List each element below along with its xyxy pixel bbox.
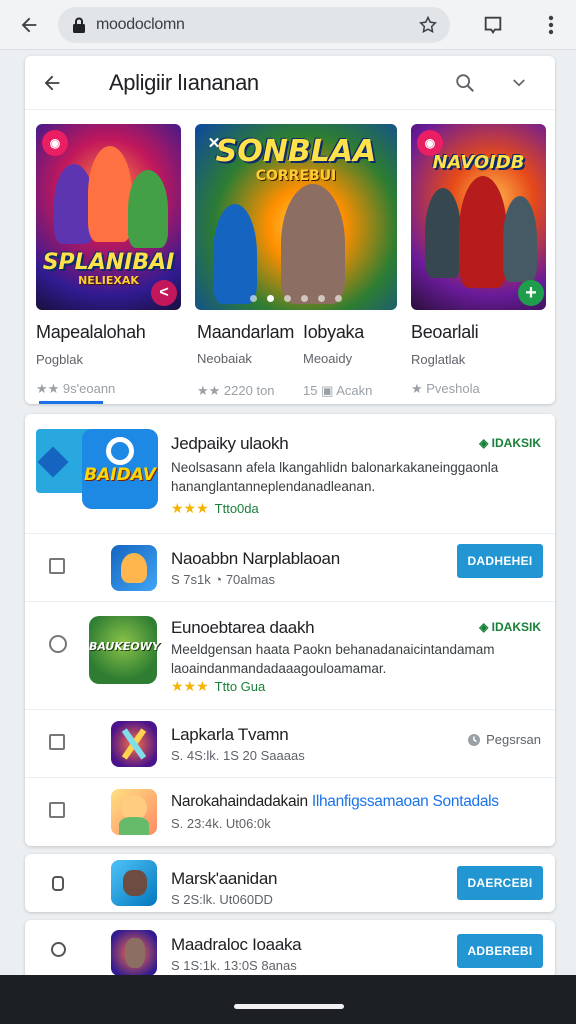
carousel-progress <box>39 401 103 404</box>
app-icon <box>111 721 157 767</box>
tile-developer: Pogblak <box>36 352 83 367</box>
list-item[interactable]: BAUKEOWY Eunoebtarea daakh Meeldgensan h… <box>25 602 555 710</box>
home-gesture-handle[interactable] <box>234 1004 344 1009</box>
back-arrow-icon[interactable] <box>41 72 63 94</box>
list-item[interactable]: Maadraloc Ioaaka S 1S:1k. 13:0S 8anas AD… <box>25 920 555 978</box>
app-meta: S. 4S:lk. 1S 20 Saaaas <box>171 748 305 763</box>
url-text: moodoclomn <box>96 15 185 33</box>
install-button[interactable]: DADHEHEI <box>457 544 543 578</box>
row-checkbox[interactable] <box>49 734 65 750</box>
row-radio[interactable] <box>51 942 66 957</box>
app-icon <box>111 930 157 976</box>
tile-name: Beoarlali <box>411 322 479 342</box>
app-icon <box>111 789 157 835</box>
app-banner: BAIDAV <box>36 429 158 509</box>
browser-menu-button[interactable] <box>548 15 554 35</box>
tile-name: Mapealalohah <box>36 322 146 342</box>
list-item[interactable]: Marsk'aanidan S 2S:lk. Ut060DD DAERCEBI <box>25 854 555 912</box>
row-checkbox[interactable] <box>49 802 65 818</box>
arrow-left-icon <box>21 17 37 32</box>
tile-rating-secondary: 15 ▣ Acakn <box>303 383 373 398</box>
tile-badge-icon: ◉ <box>42 130 68 156</box>
tabs-button[interactable] <box>482 14 504 36</box>
game-art: NAVOIDB ◉ + <box>411 124 546 310</box>
pending-status: Pegsrsan <box>467 732 541 747</box>
featured-tile[interactable]: NAVOIDB ◉ + Beoarlali Roglatlak ★ Pvesho… <box>411 124 546 397</box>
carousel-dots <box>195 295 397 302</box>
featured-tile[interactable]: SPLANIBAI NELIEXAK ◉ < Mapealalohah Pogb… <box>36 124 181 397</box>
list-item[interactable]: Narokahaindadakain Ilhanfigssamaoan Sont… <box>25 778 555 846</box>
address-bar[interactable]: moodoclomn <box>58 6 450 43</box>
app-name: Naoabbn Narplablaoan <box>171 549 340 568</box>
search-button[interactable] <box>445 72 485 94</box>
app-link[interactable]: Ilhanfigssamaoan Sontadals <box>312 793 499 810</box>
row-toggle[interactable] <box>52 876 64 891</box>
status-badge: ◈ IDAKSIK <box>479 436 541 450</box>
install-button[interactable]: DAERCEBI <box>457 866 543 900</box>
app-name: Marsk'aanidan <box>171 869 278 888</box>
tile-rating: ★★ 9s'eoann <box>36 381 116 396</box>
share-icon[interactable]: < <box>151 280 177 306</box>
app-description: Meeldgensan haata Paokn behanadanaicinta… <box>171 642 495 676</box>
browser-toolbar: moodoclomn <box>0 0 576 50</box>
list-item[interactable]: BAIDAV Jedpaiky ulaokh Neolsasann afela … <box>25 414 555 534</box>
status-badge: ◈ IDAKSIK <box>479 620 541 634</box>
tabs-icon <box>484 16 502 34</box>
row-checkbox[interactable] <box>49 558 65 574</box>
bookmark-star-icon[interactable] <box>418 15 438 35</box>
app-list-card: BAIDAV Jedpaiky ulaokh Neolsasann afela … <box>25 414 555 846</box>
row-radio[interactable] <box>49 635 67 653</box>
app-name: Maadraloc Ioaaka <box>171 935 302 954</box>
featured-tile[interactable]: SONBLAA CORREBUI ✕ Maandarlam Iobyaka Ne… <box>195 124 397 404</box>
list-item[interactable]: Lapkarla Tvamn S. 4S:lk. 1S 20 Saaaas Pe… <box>25 710 555 778</box>
tile-rating: ★ Pveshola <box>411 381 480 396</box>
install-button[interactable]: ADBEREBI <box>457 934 543 968</box>
app-description: Neolsasann afela lkangahlidn balonarkaka… <box>171 460 499 494</box>
featured-header: Apligiir lıananan <box>25 56 555 110</box>
game-art: SONBLAA CORREBUI ✕ <box>195 124 397 310</box>
tile-name-secondary: Iobyaka <box>303 322 364 342</box>
app-icon <box>111 860 157 906</box>
lock-icon <box>73 17 85 33</box>
app-icon: BAUKEOWY <box>89 616 160 684</box>
app-name: Eunoebtarea daakh <box>171 618 315 637</box>
tile-badge-icon: ◉ <box>417 130 443 156</box>
more-vert-icon <box>548 15 554 34</box>
clock-icon <box>468 733 481 746</box>
list-item[interactable]: Naoabbn Narplablaoan S 7s1k ◔ 70almas DA… <box>25 534 555 602</box>
featured-carousel[interactable]: SPLANIBAI NELIEXAK ◉ < Mapealalohah Pogb… <box>25 124 555 398</box>
rating: ★★★ Ttto Gua <box>171 678 266 694</box>
expand-button[interactable] <box>499 74 539 92</box>
system-nav-bar <box>0 975 576 1024</box>
tile-developer-secondary: Meoaidy <box>303 351 353 366</box>
rating: ★★★ Ttto0da <box>171 500 259 516</box>
app-meta: S 2S:lk. Ut060DD <box>171 892 273 907</box>
search-icon <box>456 73 474 92</box>
app-icon <box>111 545 157 591</box>
add-icon[interactable]: + <box>518 280 544 306</box>
game-art: SPLANIBAI NELIEXAK ◉ < <box>36 124 181 310</box>
app-name: Narokahaindadakain Ilhanfigssamaoan Sont… <box>171 793 499 810</box>
chevron-down-icon <box>513 78 525 86</box>
app-name: Jedpaiky ulaokh <box>171 434 289 453</box>
page-title: Apligiir lıananan <box>109 69 259 95</box>
app-name: Lapkarla Tvamn <box>171 725 289 744</box>
app-meta: S 1S:1k. 13:0S 8anas <box>171 958 297 973</box>
tile-name: Maandarlam <box>197 322 295 342</box>
app-meta: S 7s1k ◔ 70almas <box>171 572 275 587</box>
tile-developer: Neobaiak <box>197 351 252 366</box>
app-icon: BAIDAV <box>82 429 158 509</box>
tile-rating: ★★ 2220 ton <box>197 383 275 398</box>
app-meta: S. 23:4k. Ut06:0k <box>171 816 271 831</box>
featured-card: Apligiir lıananan SPLANIBAI NELIEXAK ◉ <… <box>25 56 555 404</box>
close-icon[interactable]: ✕ <box>201 130 227 156</box>
tile-developer: Roglatlak <box>411 352 466 367</box>
browser-back-button[interactable] <box>0 0 58 50</box>
